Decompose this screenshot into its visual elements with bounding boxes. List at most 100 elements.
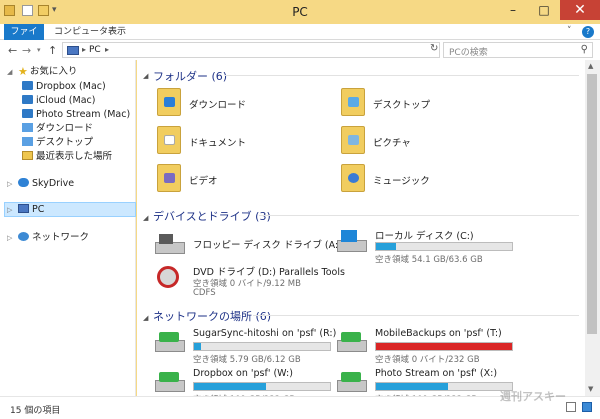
drive-tile-dvd[interactable]: DVD ドライブ (D:) Parallels Tools 空き領域 0 バイト…	[141, 262, 345, 298]
folder-label: デスクトップ	[373, 100, 431, 111]
drive-tile-local-disk[interactable]: ローカル ディスク (C:) 空き領域 54.1 GB/63.6 GB	[323, 226, 513, 265]
music-icon	[348, 173, 359, 183]
downloads-icon	[164, 97, 175, 107]
network-drive-icon	[155, 370, 185, 394]
sidebar-item-photo-stream[interactable]: Photo Stream (Mac)	[22, 108, 130, 122]
drive-filesystem: CDFS	[193, 288, 216, 298]
group-divider	[225, 75, 579, 76]
help-icon[interactable]: ?	[582, 26, 594, 38]
document-icon	[164, 135, 175, 145]
navigation-pane: ◢ ★ お気に入り Dropbox (Mac) iCloud (Mac) Phot…	[0, 60, 136, 396]
sidebar-item-network[interactable]: ネットワーク	[18, 231, 89, 245]
recent-places-icon	[22, 151, 33, 160]
sidebar-item-dropbox[interactable]: Dropbox (Mac)	[22, 80, 106, 94]
videos-folder-icon	[157, 164, 181, 192]
network-icon	[18, 232, 29, 241]
recent-locations-icon[interactable]: ▾	[37, 46, 41, 54]
expand-skydrive-icon[interactable]: ▷	[7, 180, 12, 188]
search-input[interactable]: PCの検索 ⚲	[443, 42, 593, 58]
content-pane: ◢ フォルダー (6) ダウンロード デスクトップ ドキュメント ピクチャ ビデ…	[137, 60, 585, 405]
sidebar-item-downloads[interactable]: ダウンロード	[22, 122, 93, 136]
details-view-icon[interactable]	[566, 402, 576, 412]
group-header-devices[interactable]: デバイスとドライブ (3)	[153, 208, 271, 224]
drive-name: Photo Stream on 'psf' (X:)	[375, 368, 498, 379]
back-arrow-icon[interactable]: ←	[8, 44, 17, 57]
minimize-button[interactable]: –	[498, 0, 528, 20]
scroll-down-icon[interactable]: ▼	[588, 385, 593, 393]
scrollbar-thumb[interactable]	[587, 74, 597, 334]
folder-label: ミュージック	[373, 176, 430, 187]
drive-name: フロッピー ディスク ドライブ (A:)	[193, 240, 342, 251]
expand-ribbon-icon[interactable]: ˅	[567, 26, 572, 36]
up-arrow-icon[interactable]: ↑	[48, 44, 57, 57]
folder-tile-videos[interactable]: ビデオ	[143, 162, 343, 198]
folder-tile-desktop[interactable]: デスクトップ	[327, 86, 527, 122]
folder-tile-documents[interactable]: ドキュメント	[143, 124, 343, 160]
network-drive-sugarsync[interactable]: SugarSync-hitoshi on 'psf' (R:) 空き領域 5.7…	[141, 326, 336, 365]
sidebar-item-skydrive[interactable]: SkyDrive	[18, 177, 74, 191]
refresh-icon[interactable]: ↻	[430, 43, 438, 54]
folder-tile-downloads[interactable]: ダウンロード	[143, 86, 343, 122]
folder-tile-pictures[interactable]: ピクチャ	[327, 124, 527, 160]
sidebar-item-icloud[interactable]: iCloud (Mac)	[22, 94, 95, 108]
sidebar-item-favorites[interactable]: ★ お気に入り	[18, 65, 77, 79]
forward-arrow-icon[interactable]: →	[22, 44, 31, 57]
title-bar: ▾ PC – □ ✕	[0, 0, 600, 24]
network-drive-icon	[155, 330, 185, 354]
pc-icon	[18, 204, 29, 213]
tab-file[interactable]: ファイル	[4, 24, 44, 53]
folder-label: ビデオ	[189, 176, 218, 187]
cloud-icon	[18, 178, 29, 187]
search-placeholder: PCの検索	[449, 48, 488, 58]
dvd-drive-icon	[155, 266, 185, 290]
drive-name: MobileBackups on 'psf' (T:)	[375, 328, 502, 339]
drive-name: DVD ドライブ (D:) Parallels Tools	[193, 267, 345, 278]
windows-drive-icon	[337, 230, 367, 254]
drive-usage-bar	[193, 382, 331, 391]
floppy-drive-icon	[155, 232, 185, 256]
pc-icon	[67, 46, 79, 55]
large-icons-view-icon[interactable]	[582, 402, 592, 412]
search-icon[interactable]: ⚲	[581, 44, 588, 55]
sidebar-item-desktop[interactable]: デスクトップ	[22, 136, 93, 150]
scroll-up-icon[interactable]: ▲	[588, 62, 593, 70]
folder-tile-music[interactable]: ミュージック	[327, 162, 527, 198]
folder-label: ダウンロード	[189, 100, 247, 111]
expand-network-icon[interactable]: ▷	[7, 234, 12, 242]
drive-usage-bar	[375, 382, 513, 391]
vertical-scrollbar[interactable]: ▲ ▼	[585, 60, 600, 396]
sidebar-item-recent-places[interactable]: 最近表示した場所	[22, 150, 112, 164]
breadcrumb-separator[interactable]: ▸	[82, 45, 86, 54]
drive-name: SugarSync-hitoshi on 'psf' (R:)	[193, 328, 337, 339]
breadcrumb-separator[interactable]: ▸	[105, 45, 109, 54]
group-divider	[253, 315, 579, 316]
address-bar[interactable]: ▸ PC ▸ ▾	[62, 42, 491, 58]
network-drive-icon	[337, 330, 367, 354]
breadcrumb-pc[interactable]: PC	[89, 45, 101, 55]
folder-label: ピクチャ	[373, 138, 411, 149]
picture-icon	[348, 135, 359, 145]
collapse-group-icon[interactable]: ◢	[143, 214, 148, 222]
group-header-network-locations[interactable]: ネットワークの場所 (6)	[153, 308, 271, 324]
drive-usage-bar	[375, 242, 513, 251]
collapse-group-icon[interactable]: ◢	[143, 314, 148, 322]
star-icon: ★	[18, 65, 28, 78]
collapse-group-icon[interactable]: ◢	[143, 72, 148, 80]
drive-tile-floppy[interactable]: フロッピー ディスク ドライブ (A:)	[141, 228, 342, 264]
drive-usage-bar	[375, 342, 513, 351]
expand-favorites-icon[interactable]: ◢	[7, 68, 12, 76]
close-button[interactable]: ✕	[560, 0, 600, 20]
desktop-icon	[348, 97, 359, 107]
expand-pc-icon[interactable]: ▷	[7, 206, 12, 214]
pictures-folder-icon	[341, 126, 365, 154]
sidebar-item-pc[interactable]: PC	[18, 203, 44, 217]
group-header-folders[interactable]: フォルダー (6)	[153, 68, 227, 84]
network-drive-mobilebackups[interactable]: MobileBackups on 'psf' (T:) 空き領域 0 バイト/2…	[323, 326, 513, 365]
downloads-folder-icon	[157, 88, 181, 116]
tab-view[interactable]: 表示	[102, 24, 132, 40]
drive-free-space: 空き領域 54.1 GB/63.6 GB	[375, 255, 483, 265]
music-folder-icon	[341, 164, 365, 192]
documents-folder-icon	[157, 126, 181, 154]
maximize-button[interactable]: □	[530, 0, 558, 20]
ribbon-tabs: ファイル コンピューター 表示 ˅ ?	[0, 24, 600, 53]
